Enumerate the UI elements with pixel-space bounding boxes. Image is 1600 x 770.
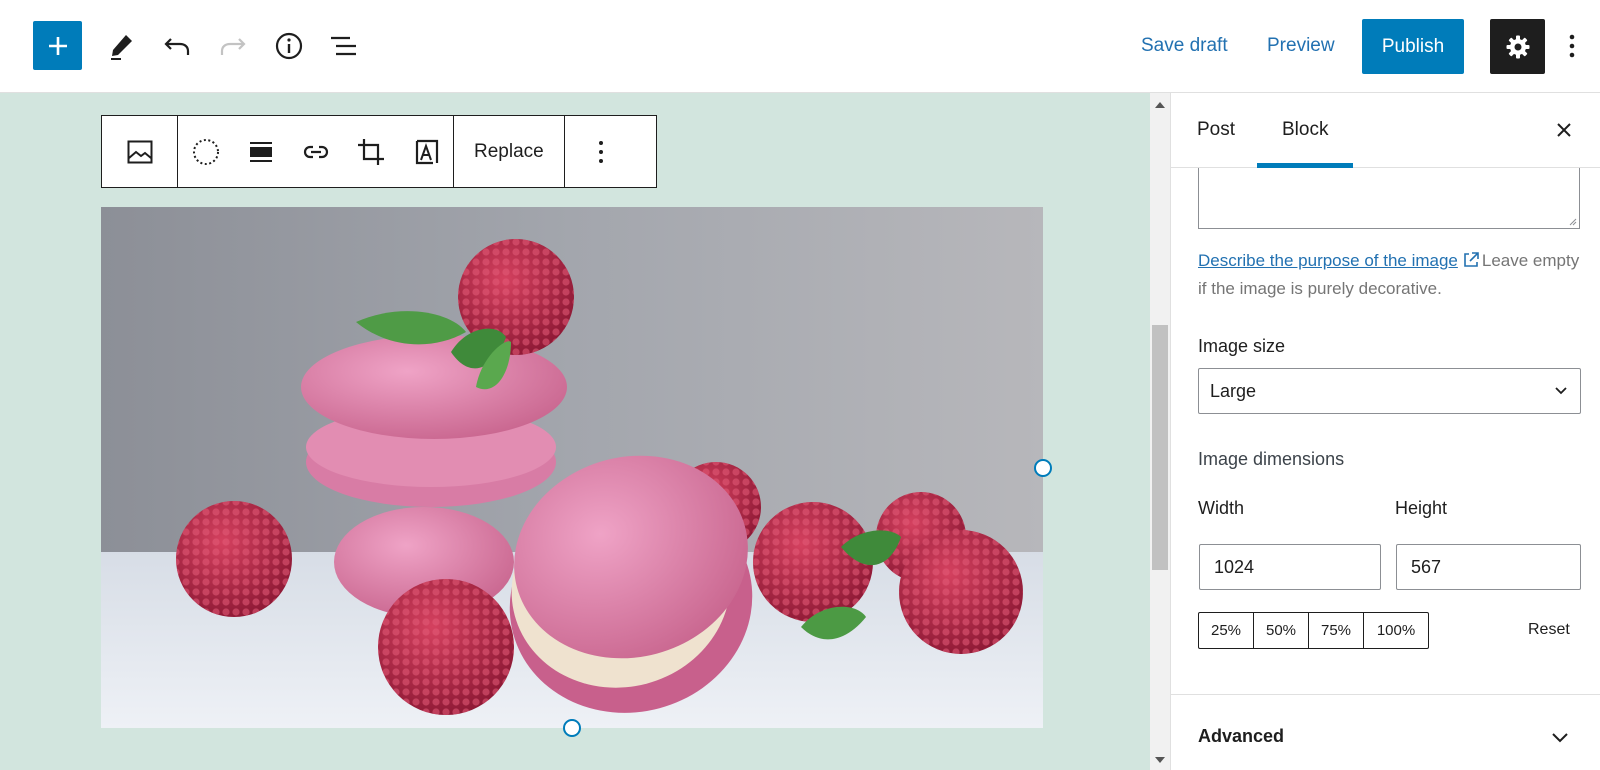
preset-25-button[interactable]: 25%	[1199, 613, 1254, 648]
redo-icon	[220, 38, 246, 55]
macaron-photo	[101, 207, 1043, 728]
sidebar-tabs: Post Block	[1171, 93, 1600, 168]
triangle-down-icon	[1155, 757, 1165, 763]
image-icon	[127, 140, 152, 163]
tab-post[interactable]: Post	[1197, 119, 1235, 141]
add-block-button[interactable]	[33, 21, 82, 70]
alt-text-field[interactable]	[1198, 168, 1580, 229]
resize-grip-icon	[1569, 218, 1577, 226]
undo-button[interactable]	[157, 26, 197, 66]
publish-button[interactable]: Publish	[1362, 19, 1464, 74]
gear-icon	[1506, 35, 1529, 58]
align-button[interactable]	[233, 116, 288, 187]
block-options-button[interactable]	[565, 116, 638, 187]
link-icon	[303, 145, 328, 158]
crop-button[interactable]	[343, 116, 398, 187]
panel-divider	[1171, 694, 1600, 695]
close-sidebar-button[interactable]	[1551, 117, 1577, 143]
image-dimensions-label: Image dimensions	[1198, 449, 1345, 469]
list-view-icon	[331, 36, 356, 56]
resize-handle-right[interactable]	[1034, 459, 1052, 477]
pencil-icon	[111, 35, 132, 60]
image-size-label: Image size	[1198, 336, 1286, 356]
alt-text-help-link[interactable]: Describe the purpose of the image	[1198, 251, 1458, 270]
duotone-button[interactable]	[178, 116, 233, 187]
chevron-down-icon[interactable]	[1551, 730, 1569, 744]
replace-button[interactable]: Replace	[454, 116, 564, 187]
more-vertical-icon	[1569, 34, 1575, 58]
close-icon	[1557, 123, 1571, 137]
crop-icon	[357, 138, 384, 165]
undo-icon	[164, 38, 190, 55]
scroll-down-arrow[interactable]	[1150, 752, 1170, 768]
more-vertical-icon	[599, 140, 604, 163]
alt-text-help: Describe the purpose of the image Leave e…	[1198, 247, 1583, 303]
tab-block[interactable]: Block	[1282, 119, 1328, 141]
block-toolbar: Replace	[101, 115, 657, 188]
image-size-select[interactable]: Large	[1198, 368, 1581, 414]
scroll-up-arrow[interactable]	[1150, 97, 1170, 113]
options-button[interactable]	[1557, 26, 1587, 66]
block-type-group	[102, 116, 178, 187]
block-options-group	[565, 116, 638, 187]
width-input[interactable]: 1024	[1199, 544, 1381, 590]
image-size-value: Large	[1210, 380, 1257, 401]
editor-header: Save draft Preview Publish	[0, 0, 1600, 93]
replace-group: Replace	[454, 116, 565, 187]
advanced-panel-toggle[interactable]: Advanced	[1198, 726, 1284, 747]
align-icon	[249, 141, 272, 162]
chevron-down-icon	[1555, 387, 1567, 395]
text-overlay-icon	[415, 139, 438, 164]
text-overlay-button[interactable]	[398, 116, 453, 187]
preset-100-button[interactable]: 100%	[1364, 613, 1428, 648]
duotone-icon	[192, 138, 219, 165]
resize-handle-bottom[interactable]	[563, 719, 581, 737]
preset-75-button[interactable]: 75%	[1309, 613, 1364, 648]
details-button[interactable]	[269, 26, 309, 66]
settings-sidebar: Post Block Describe the purpose of the i…	[1170, 93, 1600, 770]
block-controls-group	[178, 116, 454, 187]
width-label: Width	[1198, 498, 1245, 518]
triangle-up-icon	[1155, 102, 1165, 108]
size-presets: 25% 50% 75% 100%	[1198, 612, 1429, 649]
info-icon	[275, 32, 303, 60]
save-draft-button[interactable]: Save draft	[1141, 34, 1228, 58]
link-button[interactable]	[288, 116, 343, 187]
preset-50-button[interactable]: 50%	[1254, 613, 1309, 648]
redo-button[interactable]	[213, 26, 253, 66]
height-label: Height	[1395, 498, 1448, 518]
image-block[interactable]	[101, 207, 1043, 728]
external-link-icon	[1462, 251, 1480, 269]
settings-button[interactable]	[1490, 19, 1545, 74]
list-view-button[interactable]	[324, 26, 364, 66]
preview-button[interactable]: Preview	[1267, 34, 1335, 58]
plus-icon	[48, 36, 67, 55]
scroll-thumb[interactable]	[1152, 325, 1168, 570]
tools-button[interactable]	[101, 26, 141, 66]
block-type-button[interactable]	[102, 116, 177, 187]
height-input[interactable]: 567	[1396, 544, 1581, 590]
reset-button[interactable]: Reset	[1528, 621, 1570, 639]
